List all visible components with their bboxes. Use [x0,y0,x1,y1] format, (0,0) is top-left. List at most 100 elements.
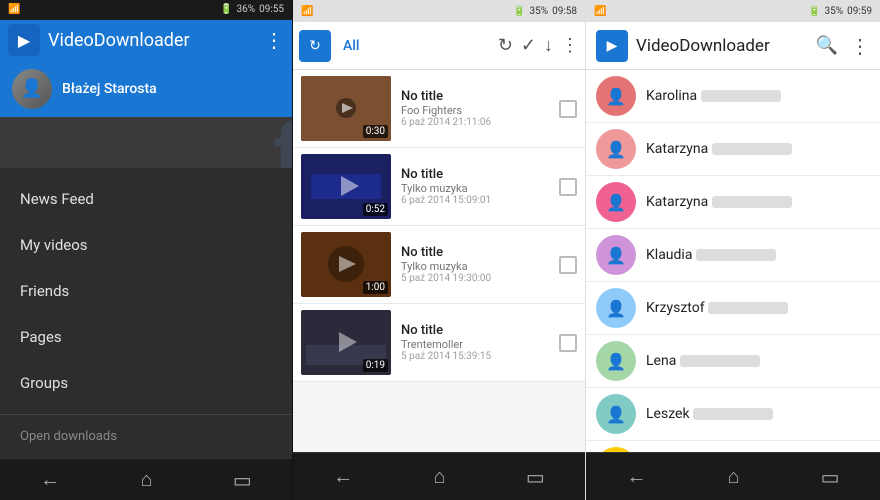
video-checkbox[interactable] [559,100,577,118]
video-checkbox[interactable] [559,256,577,274]
video-thumbnail: 1:00 [301,232,391,297]
video-info: No title Tylko muzyka 6 paź 2014 15:09:0… [401,167,549,206]
video-thumbnail: 0:30 [301,76,391,141]
recents-button-1[interactable]: ▭ [213,460,272,500]
video-list: 0:30 No title Foo Fighters 6 paź 2014 21… [293,70,585,452]
phone-icon: 📶 [8,4,20,15]
recents-button-3[interactable]: ▭ [801,457,860,497]
app-title-1: VideoDownloader [48,30,256,51]
back-button-2[interactable]: ← [313,456,373,497]
video-checkbox[interactable] [559,178,577,196]
video-duration: 0:19 [363,359,388,372]
video-thumbnail: 0:52 [301,154,391,219]
home-button-2[interactable]: ⌂ [413,456,465,497]
battery-pct-1: 36% [237,4,256,15]
status-left-3: 📶 [594,6,606,17]
download-button[interactable]: ↓ [544,35,553,56]
friends-app-bar: ▶ VideoDownloader 🔍 ⋮ [586,22,880,70]
time-2: 09:58 [552,6,577,17]
app-bar-1: ▶ VideoDownloader ⋮ [0,20,292,61]
more-button-1[interactable]: ⋮ [264,28,284,52]
friend-item[interactable]: 👤 Maciej [586,441,880,452]
friend-name: Leszek [646,406,870,422]
friend-name-blurred [696,249,776,261]
sidebar-item-groups[interactable]: Groups [0,360,292,406]
video-channel: Tylko muzyka [401,260,549,273]
friend-avatar: 👤 [596,235,636,275]
friend-avatar: 👤 [596,341,636,381]
friend-name-blurred [712,143,792,155]
user-header: 👤 Błażej Starosta [0,61,292,117]
sidebar-item-my-videos[interactable]: My videos [0,222,292,268]
video-title: No title [401,323,549,338]
video-item[interactable]: 0:19 No title Trentemoller 5 paź 2014 15… [293,304,585,382]
open-downloads-button[interactable]: Open downloads [0,414,292,458]
video-info: No title Trentemoller 5 paź 2014 15:39:1… [401,323,549,362]
friend-avatar: 👤 [596,76,636,116]
status-bar-2: 📶 🔋 35% 09:58 [293,0,585,22]
more-button-2[interactable]: ⋮ [561,35,579,56]
battery-icon-2: 🔋 [513,6,525,17]
status-left-1: 📶 [8,4,20,15]
friend-name-blurred [693,408,773,420]
friend-name: Lena [646,353,870,369]
refresh-button[interactable]: ↻ [498,35,513,56]
back-button-3[interactable]: ← [607,456,667,497]
friend-item[interactable]: 👤 Lena [586,335,880,388]
friend-item[interactable]: 👤 Katarzyna [586,123,880,176]
sidebar-panel: 📶 🔋 36% 09:55 ▶ VideoDownloader ⋮ 👤 Błaż… [0,0,293,500]
friend-name-blurred [701,90,781,102]
user-name: Błażej Starosta [62,81,157,97]
video-list-panel: 📶 🔋 35% 09:58 ↻ All ↻ ✓ ↓ ⋮ [293,0,586,500]
video-item[interactable]: 0:52 No title Tylko muzyka 6 paź 2014 15… [293,148,585,226]
search-button[interactable]: 🔍 [816,35,838,56]
friend-name: Karolina [646,88,870,104]
video-duration: 1:00 [363,281,388,294]
bottom-nav-2: ← ⌂ ▭ [293,452,585,500]
friend-item[interactable]: 👤 Karolina [586,70,880,123]
tab-all[interactable]: All [335,38,367,54]
status-left-2: 📶 [301,6,313,17]
battery-pct-2: 35% [530,6,549,17]
video-item[interactable]: 0:30 No title Foo Fighters 6 paź 2014 21… [293,70,585,148]
bottom-nav-1: ← ⌂ ▭ [0,458,292,500]
friends-app-title: VideoDownloader [636,36,808,56]
video-checkbox[interactable] [559,334,577,352]
bottom-nav-3: ← ⌂ ▭ [586,452,880,500]
home-button-3[interactable]: ⌂ [708,456,760,497]
back-button-1[interactable]: ← [20,459,80,500]
friends-app-actions: 🔍 ⋮ [816,34,870,58]
video-actions: ↻ ✓ ↓ ⋮ [498,35,579,56]
video-date: 5 paź 2014 15:39:15 [401,351,549,362]
sidebar-item-news-feed[interactable]: News Feed [0,176,292,222]
friends-panel: 📶 🔋 35% 09:59 ▶ VideoDownloader 🔍 ⋮ 👤 Ka… [586,0,880,500]
video-title: No title [401,89,549,104]
video-duration: 0:30 [363,125,388,138]
friend-avatar: 👤 [596,288,636,328]
check-button[interactable]: ✓ [521,35,536,56]
battery-icon-1: 🔋 [220,4,232,15]
friend-name: Klaudia [646,247,870,263]
friend-item[interactable]: 👤 Krzysztof [586,282,880,335]
sidebar-item-friends[interactable]: Friends [0,268,292,314]
status-right-1: 🔋 36% 09:55 [220,4,284,15]
video-channel: Trentemoller [401,338,549,351]
status-right-3: 🔋 35% 09:59 [808,6,872,17]
friend-name-blurred [712,196,792,208]
video-title: No title [401,167,549,182]
sidebar-bg: f [0,117,292,168]
more-button-3[interactable]: ⋮ [850,34,870,58]
battery-icon-3: 🔋 [808,6,820,17]
video-item[interactable]: 1:00 No title Tylko muzyka 5 paź 2014 19… [293,226,585,304]
video-channel: Tylko muzyka [401,182,549,195]
sidebar-item-pages[interactable]: Pages [0,314,292,360]
friend-item[interactable]: 👤 Leszek [586,388,880,441]
home-button-1[interactable]: ⌂ [120,459,172,500]
friend-item[interactable]: 👤 Klaudia [586,229,880,282]
video-info: No title Foo Fighters 6 paź 2014 21:11:0… [401,89,549,128]
friend-item[interactable]: 👤 Katarzyna [586,176,880,229]
friend-avatar: 👤 [596,129,636,169]
video-app-logo: ↻ [299,30,331,62]
video-channel: Foo Fighters [401,104,549,117]
recents-button-2[interactable]: ▭ [506,457,565,497]
